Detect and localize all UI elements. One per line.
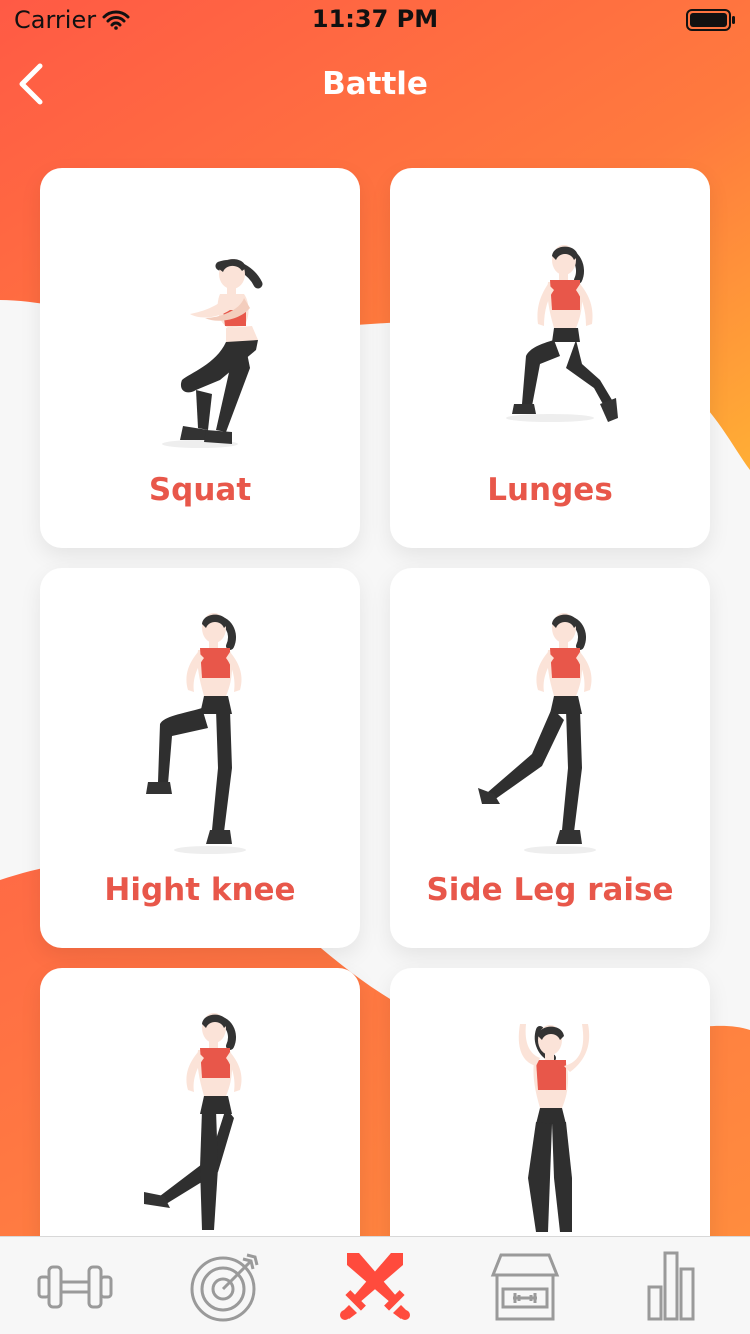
exercise-card-6[interactable] bbox=[390, 968, 710, 1236]
exercise-card-side-leg-raise[interactable]: Side Leg raise bbox=[390, 568, 710, 948]
tab-bar bbox=[0, 1236, 750, 1334]
tab-battle[interactable] bbox=[335, 1249, 415, 1323]
exercise-grid: Squat Lunges Hight knee Side Leg raise bbox=[0, 0, 750, 1236]
status-bar: Carrier 11:37 PM bbox=[0, 0, 750, 40]
lunges-illustration bbox=[506, 245, 618, 422]
gym-store-icon bbox=[490, 1253, 560, 1321]
exercise-label: Squat bbox=[148, 472, 252, 508]
target-icon bbox=[190, 1253, 259, 1322]
bar-chart-icon bbox=[647, 1251, 695, 1321]
tab-workout[interactable] bbox=[35, 1249, 115, 1323]
squat-illustration bbox=[162, 259, 263, 448]
dumbbell-icon bbox=[37, 1265, 113, 1309]
exercise-card-high-knee[interactable]: Hight knee bbox=[40, 568, 360, 948]
tab-goals[interactable] bbox=[185, 1249, 265, 1323]
battery-icon bbox=[686, 9, 735, 31]
exercise-card-5[interactable] bbox=[40, 968, 360, 1236]
exercise-card-lunges[interactable]: Lunges bbox=[390, 168, 710, 548]
exercise-label: Lunges bbox=[487, 472, 613, 508]
arms-up-illustration bbox=[518, 1024, 590, 1232]
clock-time: 11:37 PM bbox=[311, 5, 439, 33]
high-knee-illustration bbox=[146, 613, 246, 854]
cross-leg-illustration bbox=[144, 1013, 242, 1230]
exercise-label: Side Leg raise bbox=[426, 872, 674, 908]
side-leg-raise-illustration bbox=[478, 613, 596, 854]
tab-gym[interactable] bbox=[485, 1249, 565, 1323]
crossed-swords-icon bbox=[340, 1253, 410, 1320]
exercise-card-squat[interactable]: Squat bbox=[40, 168, 360, 548]
navigation-bar: Battle bbox=[0, 40, 750, 128]
tab-stats[interactable] bbox=[635, 1249, 715, 1323]
page-title: Battle bbox=[322, 66, 428, 102]
exercise-label: Hight knee bbox=[104, 872, 296, 908]
